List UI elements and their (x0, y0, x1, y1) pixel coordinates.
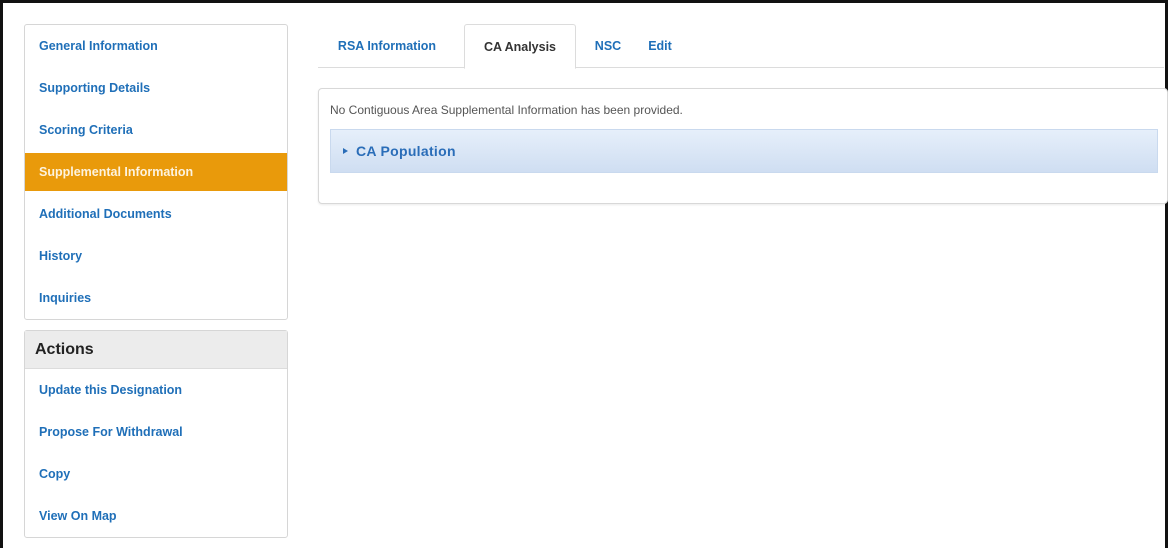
ca-population-accordion[interactable]: CA Population (330, 129, 1158, 173)
tab-nsc[interactable]: NSC (586, 24, 630, 68)
tab-ca-analysis[interactable]: CA Analysis (464, 24, 576, 69)
tab-rsa-information[interactable]: RSA Information (322, 24, 452, 68)
tab-bar: RSA Information CA Analysis NSC Edit (318, 24, 1164, 69)
action-copy[interactable]: Copy (25, 455, 287, 493)
action-update-designation[interactable]: Update this Designation (25, 371, 287, 409)
action-view-on-map[interactable]: View On Map (25, 497, 287, 535)
sidebar-item-scoring-criteria[interactable]: Scoring Criteria (25, 111, 287, 149)
content-panel: No Contiguous Area Supplemental Informat… (318, 88, 1168, 204)
actions-title: Actions (25, 331, 287, 369)
sidebar-item-general-information[interactable]: General Information (25, 27, 287, 65)
sidebar-item-supporting-details[interactable]: Supporting Details (25, 69, 287, 107)
sidebar-item-additional-documents[interactable]: Additional Documents (25, 195, 287, 233)
sidebar-item-supplemental-information[interactable]: Supplemental Information (25, 153, 287, 191)
caret-right-icon (343, 148, 348, 154)
actions-panel: Actions Update this Designation Propose … (24, 330, 288, 538)
action-propose-withdrawal[interactable]: Propose For Withdrawal (25, 413, 287, 451)
empty-state-message: No Contiguous Area Supplemental Informat… (330, 103, 683, 117)
tab-edit[interactable]: Edit (640, 24, 680, 68)
accordion-label: CA Population (356, 143, 456, 159)
sidebar-item-inquiries[interactable]: Inquiries (25, 279, 287, 317)
sidebar-item-history[interactable]: History (25, 237, 287, 275)
sidebar-nav: General Information Supporting Details S… (24, 24, 288, 320)
